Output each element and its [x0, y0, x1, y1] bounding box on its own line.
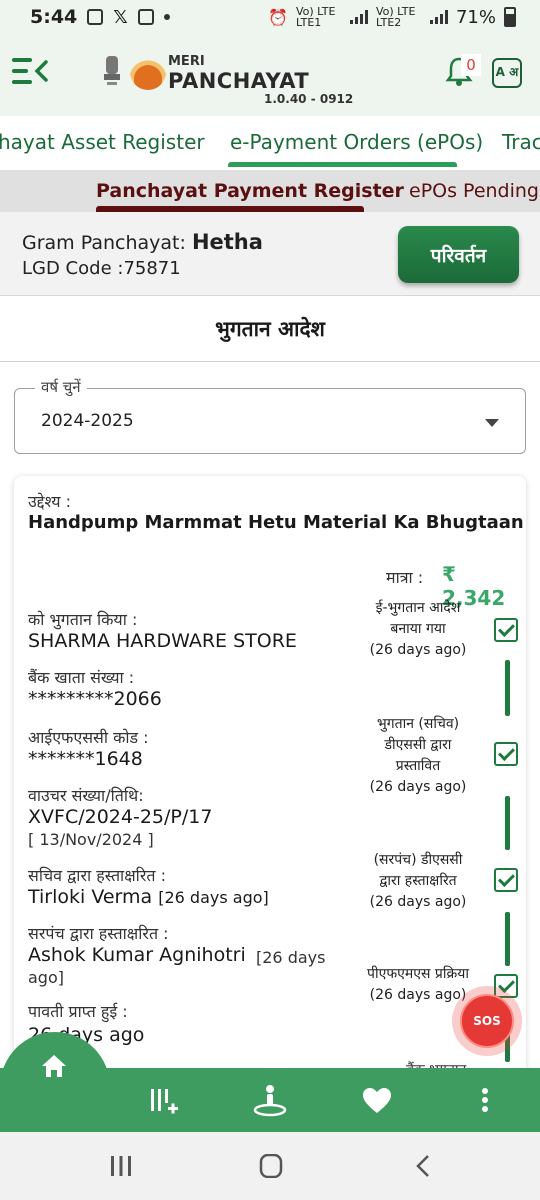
- sarpanch-label: सरपंच द्वारा हस्ताक्षरित :: [28, 924, 169, 943]
- dropdown-caret-icon: [485, 419, 499, 427]
- language-toggle-button[interactable]: A अ: [492, 58, 522, 88]
- status-sarpanch-signed-checkbox: [494, 868, 518, 892]
- signal-1-icon: [349, 10, 368, 24]
- sarpanch-name: Ashok Kumar Agnihotri: [28, 944, 246, 966]
- ifsc-label: आईएफएससी कोड :: [28, 728, 149, 747]
- year-select-value: 2024-2025: [41, 411, 134, 431]
- timeline-connector: [505, 796, 510, 850]
- paid-to-value: SHARMA HARDWARE STORE: [28, 630, 297, 652]
- home-tab[interactable]: [0, 1032, 110, 1132]
- battery-icon: [504, 7, 516, 27]
- back-button-icon[interactable]: [412, 1154, 434, 1178]
- gram-panchayat-line: Gram Panchayat: Hetha: [22, 230, 263, 254]
- subtab-epos-pending[interactable]: ePOs Pending: [409, 180, 539, 202]
- payment-order-card[interactable]: उद्देश्य : Handpump Marmmat Hetu Materia…: [14, 476, 526, 1096]
- subtab-payment-register[interactable]: Panchayat Payment Register: [96, 180, 404, 202]
- x-icon: 𝕏: [113, 6, 128, 28]
- timeline-connector: [505, 660, 510, 716]
- alarm-icon: ⏰: [268, 7, 288, 27]
- status-sarpanch-signed: (सरपंच) डीएससी द्वारा हस्ताक्षरित (26 days…: [369, 852, 467, 910]
- home-icon[interactable]: [40, 1052, 68, 1080]
- app-version: 1.0.40 - 0912: [264, 92, 354, 106]
- logo-small-text: MERI: [168, 54, 205, 69]
- change-panchayat-button[interactable]: परिवर्तन: [398, 226, 519, 283]
- home-button-icon[interactable]: [258, 1154, 284, 1178]
- logo-text: PANCHAYAT: [168, 69, 310, 93]
- network-1-label: Vo) LTE LTE1: [295, 5, 336, 29]
- secretary-name: Tirloki Verma: [28, 886, 153, 908]
- app-icon: [137, 9, 154, 25]
- battery-percent: 71%: [455, 6, 496, 28]
- sos-label: SOS: [460, 994, 514, 1048]
- voucher-value: XVFC/2024-25/P/17: [28, 806, 213, 828]
- purpose-value: Handpump Marmmat Hetu Material Ka Bhugta…: [28, 512, 524, 533]
- national-emblem-icon: [104, 56, 120, 85]
- paid-to-label: को भुगतान किया :: [28, 610, 138, 629]
- network-2-label: Vo) LTE LTE2: [375, 5, 416, 29]
- lgd-code-label: LGD Code :: [22, 258, 124, 279]
- more-options-icon[interactable]: [472, 1086, 498, 1116]
- status-epo-created-checkbox: [494, 618, 518, 642]
- lgd-code-value: 75871: [123, 258, 181, 279]
- timeline-connector: [505, 912, 510, 966]
- active-tab-indicator: [228, 162, 457, 167]
- account-value: *********2066: [28, 688, 162, 710]
- gram-panchayat-name: Hetha: [191, 230, 263, 254]
- year-select-label: वर्ष चुनें: [35, 377, 87, 397]
- lgd-code-line: LGD Code :75871: [22, 258, 181, 279]
- sarpanch-time-2: ago]: [28, 968, 64, 987]
- secretary-signed: Tirloki Verma [26 days ago]: [28, 886, 269, 908]
- account-label: बैंक खाता संख्या :: [28, 668, 135, 687]
- sub-tabs: Panchayat Payment Register ePOs Pending: [0, 170, 540, 212]
- ifsc-value: *******1648: [28, 748, 143, 770]
- status-secretary-proposed: भुगतान (सचिव) डीएससी द्वारा प्रस्तावित (26 …: [369, 716, 467, 795]
- amount-label: मात्रा :: [386, 568, 424, 587]
- voucher-date: [ 13/Nov/2024 ]: [28, 830, 154, 849]
- secretary-label: सचिव द्वारा हस्ताक्षरित :: [28, 866, 166, 885]
- voucher-label: वाउचर संख्या/तिथि:: [28, 786, 144, 805]
- status-epo-created: ई-भुगतान आदेश बनाया गया (26 days ago): [369, 600, 467, 658]
- menu-button[interactable]: [12, 56, 48, 86]
- status-secretary-proposed-checkbox: [494, 742, 518, 766]
- back-chevron-icon: [34, 60, 48, 82]
- secretary-time: [26 days ago]: [158, 888, 269, 907]
- sarpanch-time-1: [26 days: [256, 948, 326, 967]
- more-notifications-icon: [163, 14, 170, 20]
- gallery-icon: [87, 9, 104, 25]
- purpose-label: उद्देश्य :: [28, 492, 72, 511]
- section-title: भुगतान आदेश: [0, 296, 540, 362]
- sos-button[interactable]: SOS: [452, 986, 522, 1056]
- recent-apps-icon[interactable]: [108, 1154, 134, 1178]
- signal-2-icon: [429, 10, 448, 24]
- add-list-icon[interactable]: [148, 1086, 178, 1116]
- system-nav-bar: [0, 1132, 540, 1200]
- receipt-label: पावती प्राप्त हुई :: [28, 1002, 128, 1021]
- main-tabs: hayat Asset Register e-Payment Orders (e…: [0, 116, 540, 170]
- status-bar: 5:44 𝕏 ⏰ Vo) LTE LTE1 Vo) LTE LTE2 71%: [0, 0, 540, 34]
- status-time: 5:44: [30, 6, 78, 28]
- tab-epayment-orders[interactable]: e-Payment Orders (ePOs): [230, 130, 483, 154]
- gram-panchayat-label: Gram Panchayat:: [22, 232, 192, 254]
- year-select[interactable]: वर्ष चुनें 2024-2025: [14, 377, 526, 454]
- location-person-icon[interactable]: [252, 1082, 288, 1118]
- app-header: MERI PANCHAYAT 1.0.40 - 0912 0 A अ: [0, 34, 540, 116]
- tab-asset-register[interactable]: hayat Asset Register: [0, 130, 205, 154]
- heart-icon[interactable]: [362, 1086, 392, 1116]
- tab-tracking[interactable]: Trac: [502, 130, 540, 154]
- panchayat-info: Gram Panchayat: Hetha LGD Code :75871 पर…: [0, 212, 540, 296]
- meri-panchayat-logo: [130, 54, 166, 90]
- notification-count: 0: [461, 54, 481, 76]
